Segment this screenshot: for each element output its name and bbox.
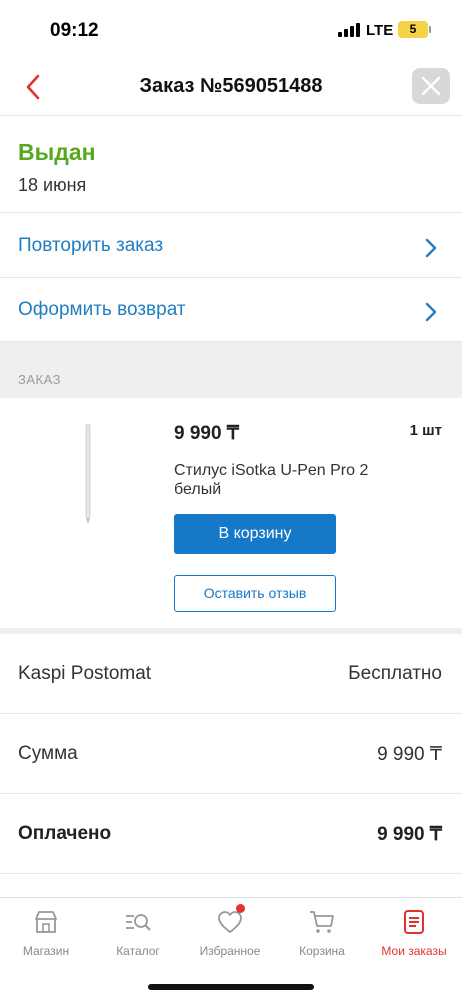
order-date: 18 июня [18,175,87,195]
status-time: 09:12 [50,20,99,41]
tab-catalog-label: Каталог [116,944,160,958]
tab-catalog[interactable]: Каталог [92,908,184,968]
section-label: ЗАКАЗ [18,372,61,387]
status-bar: 09:12 LTE 5 [0,0,462,60]
tab-my-orders-label: Мои заказы [381,944,447,958]
sum-label: Сумма [18,743,78,764]
battery-icon: 5 [398,21,428,38]
add-to-cart-button[interactable]: В корзину [174,514,336,554]
catalog-search-icon [126,914,151,931]
notification-dot [236,904,245,913]
delivery-method: Kaspi Postomat [18,663,152,684]
tab-cart[interactable]: Корзина [276,908,368,968]
network-label: LTE [366,22,394,39]
home-indicator [148,984,314,990]
battery-level: 5 [409,22,417,36]
tab-cart-label: Корзина [299,944,345,958]
paid-row: Оплачено 9 990 ₸ [0,794,462,874]
delivery-row: Kaspi Postomat Бесплатно [0,634,462,714]
tab-favorites-label: Избранное [199,944,261,958]
page-title: Заказ №569051488 [139,75,323,97]
cart-icon [310,911,334,933]
return-order-row[interactable]: Оформить возврат [0,278,462,342]
signal-icon [338,23,360,37]
tab-shop[interactable]: Магазин [0,908,92,968]
leave-review-button[interactable]: Оставить отзыв [174,575,336,612]
return-order-label: Оформить возврат [18,299,186,320]
header: Заказ №569051488 [0,60,462,116]
paid-value: 9 990 ₸ [377,824,442,845]
product-name[interactable]: Стилус iSotka U-Pen Pro 2 белый [174,461,404,499]
order-status-block: Выдан 18 июня [0,117,462,213]
tab-favorites[interactable]: Избранное [184,904,276,968]
product-quantity: 1 шт [409,422,442,439]
close-button[interactable] [412,68,450,104]
order-item: 9 990 ₸ 1 шт Стилус iSotka U-Pen Pro 2 б… [0,398,462,628]
tab-my-orders[interactable]: Мои заказы [368,908,460,968]
paid-label: Оплачено [18,823,112,844]
battery-cap [429,26,431,33]
repeat-order-row[interactable]: Повторить заказ [0,214,462,278]
orders-icon [404,910,424,934]
order-status: Выдан [18,139,96,165]
chevron-right-icon [425,238,437,258]
delivery-cost: Бесплатно [348,663,442,684]
section-header: ЗАКАЗ [0,342,462,398]
chevron-right-icon [425,302,437,322]
sum-row: Сумма 9 990 ₸ [0,714,462,794]
sum-value: 9 990 ₸ [377,744,442,765]
product-image [85,424,91,524]
shop-icon [35,911,57,933]
bottom-tab-bar: Магазин Каталог Избранное Корзина Мои за… [0,897,462,1000]
tab-shop-label: Магазин [22,944,70,958]
repeat-order-label: Повторить заказ [18,235,164,256]
close-icon [421,76,441,96]
product-price: 9 990 ₸ [174,423,239,444]
